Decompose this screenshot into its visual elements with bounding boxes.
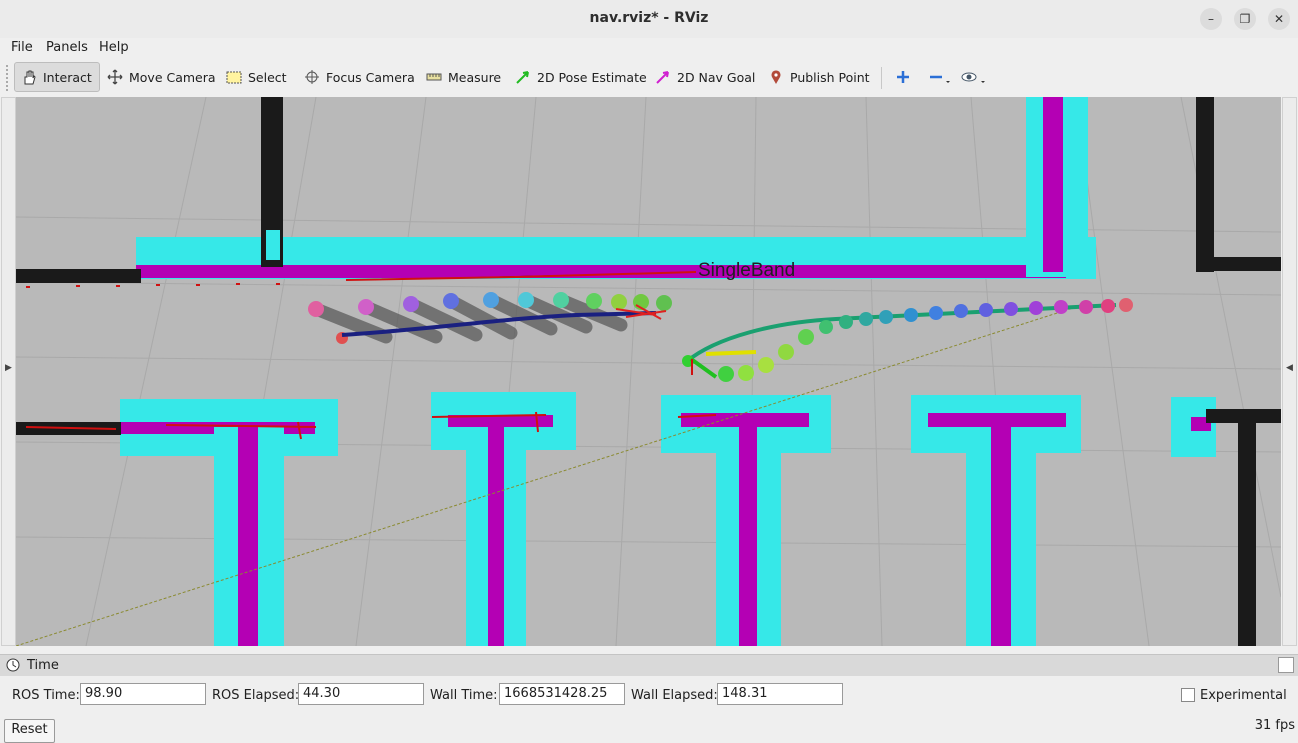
menu-panels[interactable]: Panels (46, 40, 88, 55)
ros-time-label: ROS Time: (12, 688, 80, 703)
plus-icon (897, 71, 909, 83)
window-title: nav.rviz* - RViz (589, 10, 709, 26)
tool-measure-label: Measure (448, 69, 502, 85)
toolbar-grip[interactable] (6, 65, 10, 91)
select-icon (226, 71, 242, 84)
tool-select-label: Select (248, 69, 287, 85)
wall-time-field[interactable]: 1668531428.25 (499, 683, 625, 705)
yellow-arrow (705, 350, 757, 356)
left-panel-handle[interactable]: ▶ (1, 97, 16, 646)
t-obstacles (16, 392, 1281, 646)
magenta-arrow-icon (656, 71, 669, 84)
experimental-label: Experimental (1200, 688, 1287, 703)
wall-elapsed-field[interactable]: 148.31 (717, 683, 843, 705)
reset-button[interactable]: Reset (4, 719, 55, 743)
hand-icon (24, 70, 36, 85)
ros-elapsed-field[interactable]: 44.30 (298, 683, 424, 705)
add-tool-button[interactable] (889, 62, 923, 92)
toolbar-separator (881, 67, 882, 89)
render-viewport[interactable]: SingleBand (16, 97, 1281, 646)
grid (16, 97, 1281, 646)
start-segment (689, 357, 718, 379)
tool-move-camera-label: Move Camera (129, 69, 216, 85)
tool-interact[interactable]: Interact (14, 62, 100, 92)
tool-publish-point-label: Publish Point (790, 69, 870, 85)
tool-2d-nav-goal[interactable]: 2D Nav Goal (649, 62, 761, 92)
time-panel-header: Time (0, 654, 1298, 677)
time-panel: ROS Time: 98.90 ROS Elapsed: 44.30 Wall … (0, 676, 1298, 743)
title-bar: nav.rviz* - RViz – ❐ ✕ (0, 0, 1298, 39)
guide-line (16, 306, 1077, 646)
map-pin-icon (771, 70, 781, 84)
minimize-button[interactable]: – (1200, 8, 1222, 30)
robot-footprints-right (682, 298, 1133, 382)
top-walls (16, 97, 1281, 283)
time-panel-title: Time (27, 658, 59, 673)
time-panel-float-toggle[interactable] (1278, 657, 1294, 673)
tool-move-camera[interactable]: Move Camera (101, 62, 222, 92)
tool-measure[interactable]: Measure (420, 62, 507, 92)
expand-right-icon: ◀ (1286, 363, 1293, 373)
tool-focus-camera[interactable]: Focus Camera (298, 62, 421, 92)
robot-footprints-left (308, 292, 672, 344)
wall-elapsed-label: Wall Elapsed: (631, 688, 718, 703)
maximize-button[interactable]: ❐ (1234, 8, 1256, 30)
toolbar: Interact Move Camera Select Focus Camera… (0, 59, 1298, 96)
close-button[interactable]: ✕ (1268, 8, 1290, 30)
green-arrow-icon (516, 71, 529, 84)
wall-time-label: Wall Time: (430, 688, 498, 703)
experimental-checkbox[interactable] (1181, 688, 1195, 702)
menu-file[interactable]: File (11, 40, 33, 55)
tool-interact-label: Interact (43, 69, 92, 85)
tool-publish-point[interactable]: Publish Point (762, 62, 876, 92)
minus-icon (930, 75, 950, 83)
focus-icon (305, 70, 319, 84)
ruler-icon (426, 73, 442, 81)
map-scene: SingleBand (16, 97, 1281, 646)
tool-2d-pose-estimate[interactable]: 2D Pose Estimate (509, 62, 653, 92)
tool-2d-nav-goal-label: 2D Nav Goal (677, 69, 756, 85)
ros-time-field[interactable]: 98.90 (80, 683, 206, 705)
menu-help[interactable]: Help (99, 40, 129, 55)
right-panel-handle[interactable]: ◀ (1282, 97, 1297, 646)
singleband-label: SingleBand (698, 260, 795, 281)
expand-left-icon: ▶ (5, 363, 12, 373)
move-camera-icon (107, 69, 123, 85)
tool-2d-pose-estimate-label: 2D Pose Estimate (537, 69, 647, 85)
tool-visibility-button[interactable] (955, 62, 999, 92)
eye-icon (961, 72, 985, 83)
tool-focus-camera-label: Focus Camera (326, 69, 415, 85)
ros-elapsed-label: ROS Elapsed: (212, 688, 300, 703)
tool-select[interactable]: Select (220, 62, 293, 92)
fps-readout: 31 fps (1254, 718, 1295, 733)
clock-icon (6, 658, 20, 672)
menu-bar: File Panels Help (0, 38, 1298, 59)
